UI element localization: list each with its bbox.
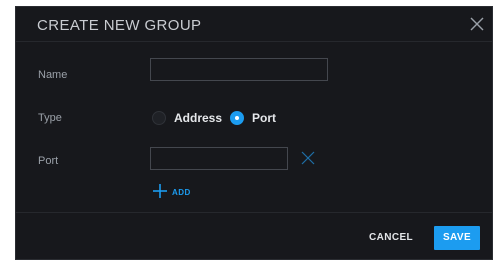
name-field[interactable]: [150, 58, 328, 81]
name-label: Name: [38, 69, 68, 81]
dialog-header: CREATE NEW GROUP: [16, 7, 492, 42]
port-field[interactable]: [150, 147, 288, 170]
footer-divider: [16, 212, 492, 213]
remove-port-icon[interactable]: [300, 150, 316, 166]
port-label: Port: [38, 155, 59, 167]
type-port-label[interactable]: Port: [252, 111, 276, 125]
type-address-radio[interactable]: [152, 111, 166, 125]
add-label: ADD: [172, 188, 191, 197]
create-group-dialog: CREATE NEW GROUP Name Type Address Port …: [15, 6, 493, 260]
cancel-button[interactable]: CANCEL: [369, 232, 413, 243]
type-address-label[interactable]: Address: [174, 111, 222, 125]
save-button[interactable]: SAVE: [434, 226, 480, 250]
type-label: Type: [38, 112, 62, 124]
dialog-title: CREATE NEW GROUP: [37, 17, 202, 34]
plus-icon: [152, 183, 168, 204]
close-icon[interactable]: [468, 15, 486, 33]
type-port-radio[interactable]: [230, 111, 244, 125]
